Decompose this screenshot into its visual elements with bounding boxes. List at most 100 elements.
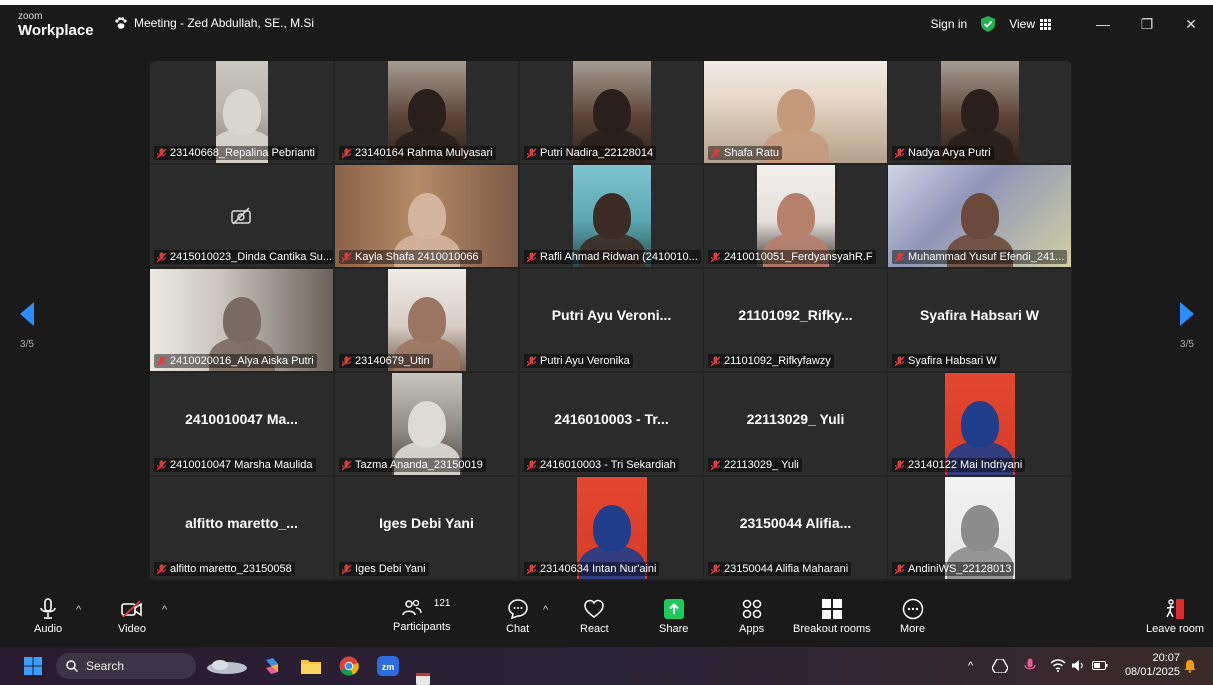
participant-name-label: Kayla Shafa 2410010066 bbox=[339, 250, 482, 264]
participant-name-label: 2410020016_Alya Aiska Putri bbox=[154, 354, 317, 368]
share-button[interactable]: Share bbox=[659, 598, 688, 635]
participant-name: Muhammad Yusuf Efendi_241... bbox=[908, 251, 1065, 263]
restore-button[interactable]: ❐ bbox=[1125, 16, 1169, 33]
chat-options-caret[interactable]: ^ bbox=[543, 604, 548, 616]
participant-name-label: 23140164 Rahma Mulyasari bbox=[339, 146, 496, 160]
participant-tile[interactable]: alfitto maretto_... alfitto maretto_23150… bbox=[150, 477, 333, 579]
audio-button[interactable]: Audio bbox=[34, 598, 62, 635]
shield-check-icon[interactable] bbox=[981, 16, 996, 32]
battery-icon[interactable] bbox=[1092, 661, 1108, 670]
react-label: React bbox=[580, 623, 609, 635]
participant-tile[interactable]: 23150044 Alifia... 23150044 Alifia Mahara… bbox=[704, 477, 887, 579]
page-indicator-left: 3/5 bbox=[20, 339, 34, 350]
participant-name: 2416010003 - Tri Sekardiah bbox=[540, 459, 676, 471]
participant-tile[interactable]: Muhammad Yusuf Efendi_241... bbox=[888, 165, 1071, 267]
file-explorer-icon[interactable] bbox=[301, 657, 321, 675]
participant-tile[interactable]: Iges Debi Yani Iges Debi Yani bbox=[335, 477, 518, 579]
zoom-app-icon[interactable]: zm bbox=[377, 656, 399, 676]
more-button[interactable]: More bbox=[900, 598, 925, 635]
participant-tile[interactable]: Nadya Arya Putri bbox=[888, 61, 1071, 163]
google-drive-icon[interactable] bbox=[992, 659, 1008, 673]
participant-name-label: Syafira Habsari W bbox=[892, 354, 1000, 368]
participants-label: Participants bbox=[393, 621, 451, 633]
participant-tile[interactable]: Rafli Ahmad Ridwan (2410010... bbox=[520, 165, 703, 267]
participant-tile[interactable]: 21101092_Rifky... 21101092_Rifkyfawzy bbox=[704, 269, 887, 371]
copilot-icon[interactable] bbox=[262, 656, 282, 676]
participant-tile[interactable]: 23140164 Rahma Mulyasari bbox=[335, 61, 518, 163]
volume-icon[interactable] bbox=[1071, 659, 1085, 672]
participant-name-label: 2410010051_FerdyansyahR.F bbox=[708, 250, 876, 264]
participant-tile[interactable]: 23140122 Mai Indriyani bbox=[888, 373, 1071, 475]
minimize-button[interactable]: — bbox=[1081, 16, 1125, 32]
participant-display-name: 22113029_ Yuli bbox=[746, 411, 845, 427]
participant-name: alfitto maretto_23150058 bbox=[170, 563, 292, 575]
mic-muted-icon bbox=[341, 460, 352, 470]
participant-tile[interactable]: AndiniWS_22128013 bbox=[888, 477, 1071, 579]
participant-tile[interactable]: Tazma Ananda_23150019 bbox=[335, 373, 518, 475]
participant-tile[interactable]: 2410010047 Ma... 2410010047 Marsha Maulid… bbox=[150, 373, 333, 475]
chevron-left-icon bbox=[20, 302, 34, 326]
participant-tile[interactable]: 2416010003 - Tr... 2416010003 - Tri Sekar… bbox=[520, 373, 703, 475]
leave-room-button[interactable]: Leave room bbox=[1146, 598, 1204, 635]
chat-button[interactable]: Chat bbox=[506, 598, 529, 635]
next-page-button[interactable]: 3/5 bbox=[1178, 300, 1196, 350]
mic-muted-icon bbox=[526, 356, 537, 366]
breakout-rooms-button[interactable]: Breakout rooms bbox=[793, 598, 871, 635]
mic-tray-icon[interactable] bbox=[1024, 658, 1036, 674]
show-hidden-icons-caret[interactable]: ^ bbox=[968, 660, 973, 672]
apps-button[interactable]: Apps bbox=[739, 598, 764, 635]
participant-tile[interactable]: 22113029_ Yuli 22113029_ Yuli bbox=[704, 373, 887, 475]
meeting-toolbar: Audio ^ Video ^ 121 Participants Chat ^ … bbox=[0, 592, 1213, 647]
svg-text:zm: zm bbox=[382, 662, 395, 672]
participant-name-label: 2416010003 - Tri Sekardiah bbox=[524, 458, 679, 472]
weather-icon[interactable] bbox=[204, 656, 250, 676]
participant-tile[interactable]: Putri Ayu Veroni... Putri Ayu Veronika bbox=[520, 269, 703, 371]
mic-muted-icon bbox=[526, 564, 537, 574]
notification-bell-icon[interactable] bbox=[1184, 659, 1196, 673]
previous-page-button[interactable]: 3/5 bbox=[18, 300, 36, 350]
react-button[interactable]: React bbox=[580, 598, 609, 635]
participant-name-label: Tazma Ananda_23150019 bbox=[339, 458, 486, 472]
taskbar-search[interactable]: Search bbox=[56, 653, 196, 679]
participant-tile[interactable]: Shafa Ratu bbox=[704, 61, 887, 163]
mic-muted-icon bbox=[341, 356, 352, 366]
video-options-caret[interactable]: ^ bbox=[162, 604, 167, 616]
apps-icon bbox=[742, 599, 761, 619]
view-button[interactable]: View bbox=[1009, 17, 1051, 31]
mic-muted-icon bbox=[526, 148, 537, 158]
breakout-rooms-icon bbox=[821, 599, 842, 619]
video-button[interactable]: Video bbox=[118, 598, 146, 635]
share-screen-icon bbox=[663, 599, 684, 619]
logo-big-text: Workplace bbox=[18, 22, 94, 39]
participant-tile[interactable]: 23140668_Repalina Pebrianti bbox=[150, 61, 333, 163]
video-label: Video bbox=[118, 623, 146, 635]
wifi-icon[interactable] bbox=[1050, 659, 1066, 672]
audio-options-caret[interactable]: ^ bbox=[76, 604, 81, 616]
taskbar-clock[interactable]: 20:07 08/01/2025 bbox=[1116, 651, 1180, 679]
mic-muted-icon bbox=[894, 564, 905, 574]
windows-start-icon[interactable] bbox=[24, 657, 42, 675]
more-label: More bbox=[900, 623, 926, 635]
mic-muted-icon bbox=[156, 460, 167, 470]
participant-tile[interactable]: Kayla Shafa 2410010066 bbox=[335, 165, 518, 267]
mic-muted-icon bbox=[894, 252, 905, 262]
participant-name: Syafira Habsari W bbox=[908, 355, 997, 367]
participant-tile[interactable]: 23140679_Utin bbox=[335, 269, 518, 371]
participant-name: Tazma Ananda_23150019 bbox=[355, 459, 483, 471]
video-gallery: 23140668_Repalina Pebrianti 23140164 Rahm… bbox=[150, 61, 1072, 581]
participant-tile[interactable]: 2415010023_Dinda Cantika Su... bbox=[150, 165, 333, 267]
participants-count: 121 bbox=[433, 598, 451, 609]
chrome-icon[interactable] bbox=[339, 656, 359, 676]
sign-in-link[interactable]: Sign in bbox=[931, 17, 968, 31]
participant-tile[interactable]: Putri Nadira_22128014 bbox=[520, 61, 703, 163]
participant-tile[interactable]: 2410010051_FerdyansyahR.F bbox=[704, 165, 887, 267]
participant-tile[interactable]: Syafira Habsari W Syafira Habsari W bbox=[888, 269, 1071, 371]
participants-button[interactable]: 121 Participants bbox=[393, 598, 450, 633]
close-button[interactable]: ✕ bbox=[1169, 16, 1213, 33]
participant-tile[interactable]: 23140634 Intan Nur'aini bbox=[520, 477, 703, 579]
participant-tile[interactable]: 2410020016_Alya Aiska Putri bbox=[150, 269, 333, 371]
view-label: View bbox=[1009, 17, 1035, 31]
mic-muted-icon bbox=[156, 148, 167, 158]
calendar-app-icon[interactable] bbox=[416, 673, 430, 685]
meeting-title: Meeting - Zed Abdullah, SE., M.Si bbox=[114, 16, 314, 30]
